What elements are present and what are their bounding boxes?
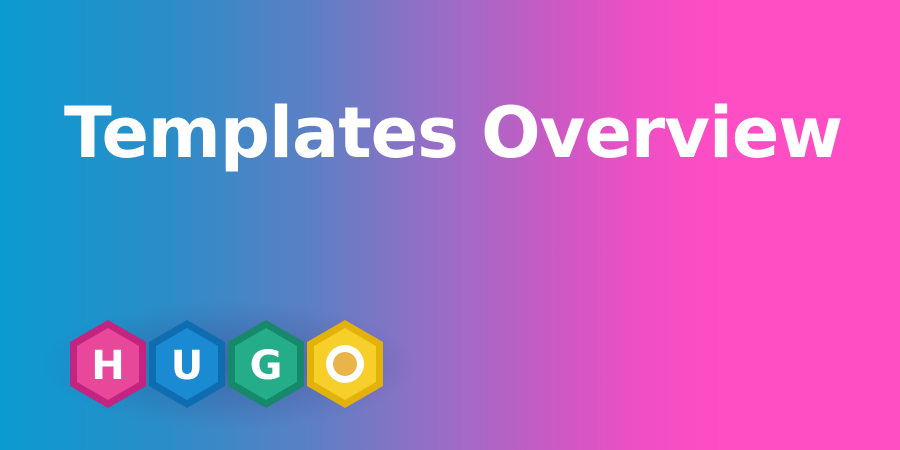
hugo-logo-o-center xyxy=(333,352,357,376)
hugo-logo: H U G O xyxy=(70,320,383,408)
hugo-logo-letter-u: U xyxy=(171,343,203,389)
hugo-logo-o-hex: O xyxy=(307,320,383,408)
hugo-logo-u-hex: U xyxy=(149,320,225,408)
hugo-logo-h-hex: H xyxy=(70,320,146,408)
hugo-logo-g-hex: G xyxy=(228,320,304,408)
banner: Templates Overview H U G O xyxy=(0,0,900,450)
page-title: Templates Overview xyxy=(64,92,843,174)
hugo-logo-letter-h: H xyxy=(91,343,124,389)
hugo-logo-letter-g: G xyxy=(250,343,283,389)
